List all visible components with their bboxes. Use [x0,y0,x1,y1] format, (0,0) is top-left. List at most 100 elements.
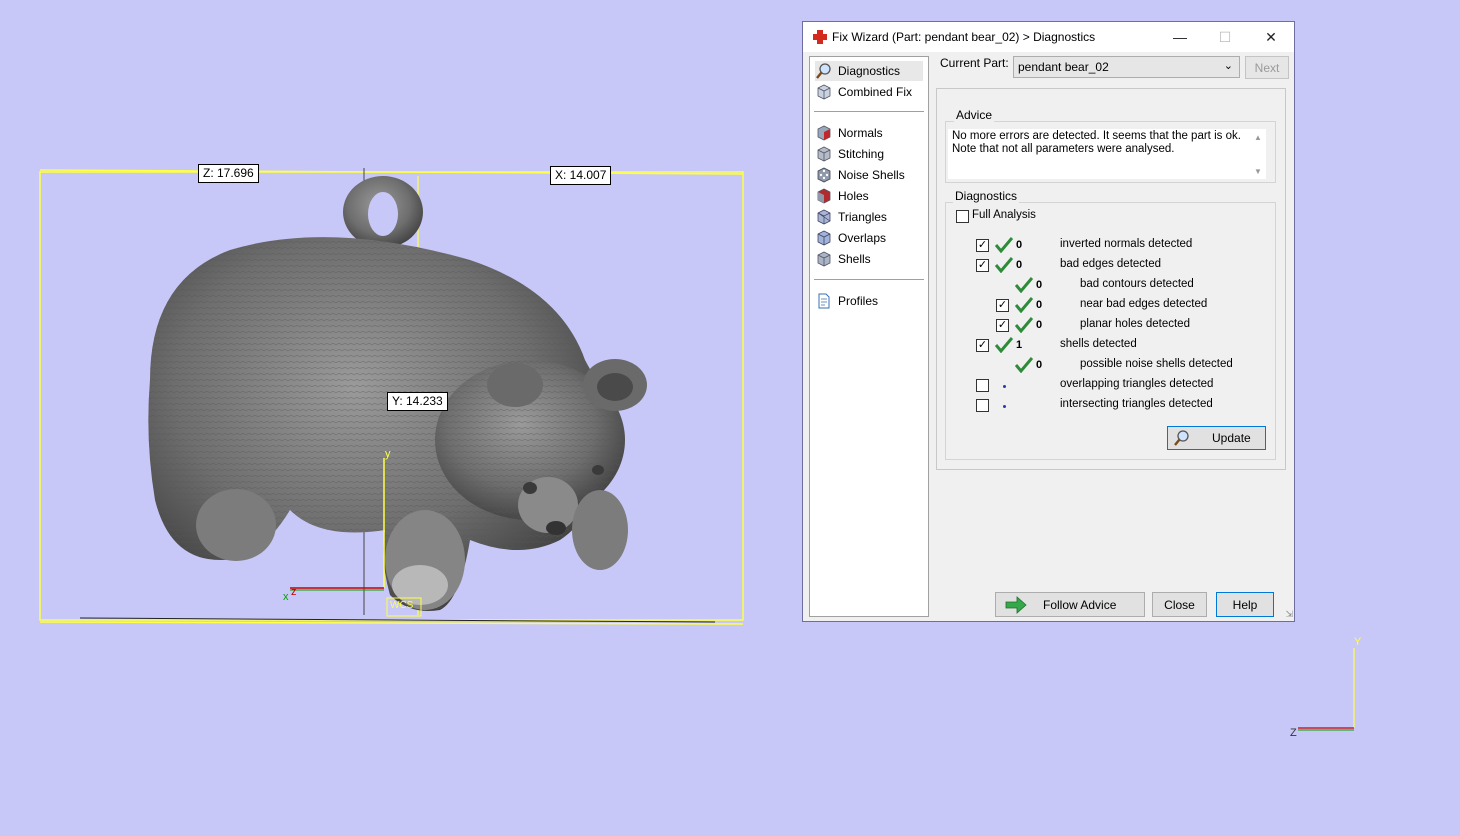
noise-shells-label: possible noise shells detected [1080,358,1233,370]
cube-icon [817,84,831,100]
cube-icon [817,251,831,267]
minimize-button[interactable]: — [1157,22,1203,52]
resize-grip-icon[interactable]: ⇲ [1285,609,1293,620]
advice-line-2: Note that not all parameters were analys… [952,143,1175,155]
nav-item-label: Shells [838,252,871,266]
dimension-x-label: X: 14.007 [550,166,612,185]
scroll-up-icon[interactable]: ▲ [1254,131,1262,144]
nav-separator [814,111,924,112]
nav-item-triangles[interactable]: Triangles [815,207,923,227]
corner-axes [1298,648,1355,731]
ok-check-icon [995,237,1013,253]
advice-line-1: No more errors are detected. It seems th… [952,130,1241,142]
wizard-nav-list[interactable]: Diagnostics Combined Fix Normals Stitchi… [809,56,929,617]
chevron-down-icon: ⌄ [1223,60,1233,72]
nav-item-label: Triangles [838,210,887,224]
nav-item-noise-shells[interactable]: Noise Shells [815,165,923,185]
nav-item-shells[interactable]: Shells [815,249,923,269]
full-analysis-label: Full Analysis [972,209,1036,221]
shells-checkbox[interactable]: ✓ [976,339,989,352]
maximize-button[interactable]: ☐ [1202,22,1248,52]
cube-red-icon [817,125,831,141]
planar-holes-count: 0 [1036,319,1043,331]
shells-label: shells detected [1060,338,1137,350]
bad-edges-label: bad edges detected [1060,258,1162,270]
cube-icon [817,146,831,162]
dimension-z-label: Z: 17.696 [198,164,259,183]
nav-item-profiles[interactable]: Profiles [815,291,923,311]
nav-item-label: Profiles [838,294,879,308]
wcs-label: WCS [390,600,414,611]
close-button[interactable]: Close [1152,592,1207,617]
ok-check-icon [995,257,1013,273]
red-cross-icon [813,30,827,44]
planar-holes-label: planar holes detected [1080,318,1190,330]
nav-separator [814,279,924,280]
help-button[interactable]: Help [1216,592,1274,617]
local-axis-z-label: z [291,586,297,598]
dialog-titlebar[interactable]: Fix Wizard (Part: pendant bear_02) > Dia… [803,22,1294,52]
nav-item-diagnostics[interactable]: Diagnostics [815,61,923,81]
near-bad-edges-checkbox[interactable]: ✓ [996,299,1009,312]
bad-edges-count: 0 [1016,259,1023,271]
nav-item-combined-fix[interactable]: Combined Fix [815,82,923,102]
ok-check-icon [1015,277,1033,293]
intersecting-triangles-checkbox[interactable] [976,399,989,412]
pending-dot-icon [1003,405,1006,408]
inverted-normals-count: 0 [1016,239,1023,251]
advice-title: Advice [954,108,995,122]
inverted-normals-checkbox[interactable]: ✓ [976,239,989,252]
nav-item-stitching[interactable]: Stitching [815,144,923,164]
noise-shells-count: 0 [1036,359,1043,371]
ok-check-icon [1015,317,1033,333]
nav-item-label: Combined Fix [838,85,913,99]
green-arrow-icon [1005,595,1027,614]
cube-icon [817,209,831,225]
nav-item-label: Normals [838,126,883,140]
overlapping-triangles-checkbox[interactable] [976,379,989,392]
corner-axis-y-label: Y [1354,636,1362,648]
planar-holes-checkbox[interactable]: ✓ [996,319,1009,332]
dice-icon [817,167,831,183]
dialog-title: Fix Wizard (Part: pendant bear_02) > Dia… [832,30,1096,44]
nav-item-label: Noise Shells [838,168,905,182]
diagnostics-group-title: Diagnostics [953,189,1020,203]
close-window-button[interactable]: ✕ [1248,22,1294,52]
pending-dot-icon [1003,385,1006,388]
follow-advice-label: Follow Advice [1043,597,1117,612]
nav-item-overlaps[interactable]: Overlaps [815,228,923,248]
document-icon [818,293,830,309]
nav-item-label: Overlaps [838,231,887,245]
dimension-y-label: Y: 14.233 [387,392,448,411]
ok-check-icon [1015,297,1033,313]
scroll-down-icon[interactable]: ▼ [1254,165,1262,178]
advice-scrollbar[interactable]: ▲ ▼ [1250,129,1266,179]
update-button[interactable]: Update [1167,426,1266,450]
nav-item-label: Holes [838,189,869,203]
next-button[interactable]: Next [1245,56,1289,79]
shells-count: 1 [1016,339,1023,351]
ok-check-icon [995,337,1013,353]
ok-check-icon [1015,357,1033,373]
overlapping-triangles-label: overlapping triangles detected [1060,378,1214,390]
bad-edges-checkbox[interactable]: ✓ [976,259,989,272]
current-part-select[interactable]: pendant bear_02 ⌄ [1013,56,1240,78]
current-part-label: Current Part: [940,56,1009,70]
cube-red-icon [817,188,831,204]
follow-advice-button[interactable]: Follow Advice [995,592,1145,617]
nav-item-normals[interactable]: Normals [815,123,923,143]
bad-contours-count: 0 [1036,279,1043,291]
current-part-value: pendant bear_02 [1018,60,1109,74]
local-axis-x-label: x [283,591,289,603]
update-label: Update [1212,431,1251,445]
local-axis-y-label: y [385,448,391,460]
nav-item-label: Stitching [838,147,885,161]
full-analysis-checkbox[interactable] [956,210,969,223]
near-bad-edges-count: 0 [1036,299,1043,311]
advice-text-box: No more errors are detected. It seems th… [948,129,1266,179]
nav-item-holes[interactable]: Holes [815,186,923,206]
cube-icon [817,230,831,246]
fix-wizard-dialog[interactable]: Fix Wizard (Part: pendant bear_02) > Dia… [802,21,1295,622]
nav-item-label: Diagnostics [838,64,901,78]
near-bad-edges-label: near bad edges detected [1080,298,1208,310]
